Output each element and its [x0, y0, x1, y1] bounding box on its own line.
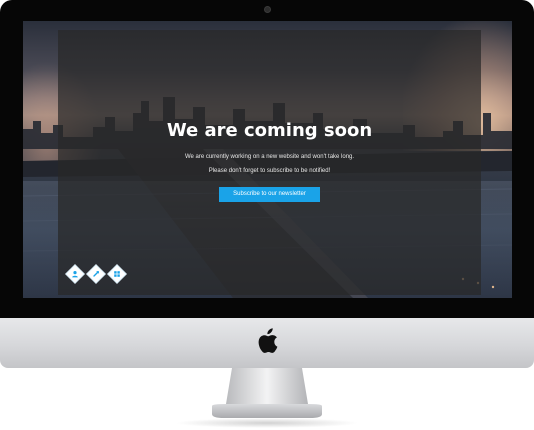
social-link-user[interactable]: [65, 264, 85, 284]
monitor-mockup: We are coming soon We are currently work…: [0, 0, 534, 430]
coming-soon-panel: We are coming soon We are currently work…: [58, 30, 481, 295]
subscribe-button[interactable]: Subscribe to our newsletter: [219, 187, 320, 202]
grid-icon: [114, 271, 120, 277]
monitor-bezel: We are coming soon We are currently work…: [0, 0, 534, 318]
subscribe-reminder: Please don't forget to subscribe to be n…: [208, 168, 331, 174]
link-icon: [93, 271, 99, 277]
camera-icon: [264, 6, 271, 13]
monitor-chin: [0, 318, 534, 368]
page-title: We are coming soon: [166, 120, 373, 141]
stand-shadow: [175, 418, 359, 428]
monitor-screen: We are coming soon We are currently work…: [23, 21, 512, 298]
monitor-stand: [212, 368, 322, 418]
status-message: We are currently working on a new websit…: [184, 154, 355, 160]
social-link-grid[interactable]: [107, 264, 127, 284]
social-link-link[interactable]: [86, 264, 106, 284]
user-icon: [72, 271, 78, 278]
apple-logo-icon: [258, 328, 278, 353]
